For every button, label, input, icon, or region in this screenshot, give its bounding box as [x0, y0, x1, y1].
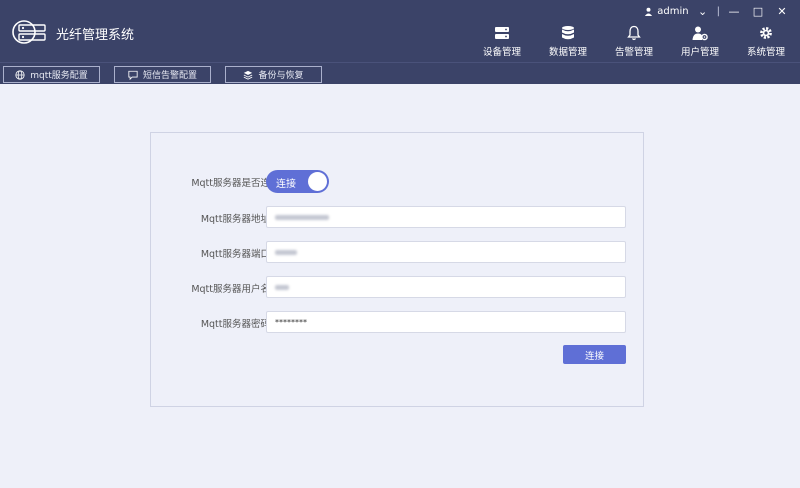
user-bar: admin ⌄ | — □ ✕: [644, 4, 792, 18]
nav-alarm-management[interactable]: 告警管理: [604, 24, 664, 58]
username-label: Mqtt服务器用户名: [191, 284, 270, 295]
nav-label: 告警管理: [614, 47, 653, 58]
nav-label: 用户管理: [680, 47, 719, 58]
top-header: 光纤管理系统 admin ⌄ | — □ ✕ 设备管理 数据管理 告警管理 用户…: [0, 0, 800, 62]
nav-data-management[interactable]: 数据管理: [538, 24, 598, 58]
tab-label: mqtt服务配置: [30, 71, 88, 81]
connect-toggle[interactable]: 连接: [266, 170, 329, 193]
username-field[interactable]: [266, 276, 626, 298]
redacted-value: [275, 249, 297, 255]
sub-tab-bar: mqtt服务配置 短信告警配置 备份与恢复: [0, 62, 800, 84]
maximize-button[interactable]: □: [748, 5, 768, 18]
tab-backup-restore[interactable]: 备份与恢复: [225, 66, 322, 83]
minimize-button[interactable]: —: [724, 5, 744, 18]
password-field[interactable]: ********: [266, 311, 626, 333]
nav-user-management[interactable]: 用户管理: [670, 24, 730, 58]
server-icon: [493, 24, 511, 42]
nav-label: 系统管理: [746, 47, 785, 58]
nav-system-management[interactable]: 系统管理: [736, 24, 796, 58]
address-label: Mqtt服务器地址: [200, 214, 270, 225]
address-field[interactable]: [266, 206, 626, 228]
user-menu-chevron-down-icon[interactable]: ⌄: [693, 5, 713, 18]
password-value: ********: [275, 317, 307, 327]
layers-icon: [244, 70, 253, 80]
tab-sms-alarm-config[interactable]: 短信告警配置: [114, 66, 211, 83]
toggle-knob: [308, 172, 327, 191]
redacted-value: [275, 284, 289, 290]
password-label: Mqtt服务器密码: [200, 319, 270, 330]
bell-icon: [625, 24, 643, 42]
window-separator: |: [716, 5, 720, 17]
redacted-value: [275, 214, 329, 220]
connected-label: Mqtt服务器是否连: [191, 178, 270, 189]
connect-button[interactable]: 连接: [563, 345, 626, 364]
nav-label: 数据管理: [548, 47, 587, 58]
logo-icon: [12, 20, 46, 44]
close-button[interactable]: ✕: [772, 5, 792, 18]
tab-mqtt-config[interactable]: mqtt服务配置: [3, 66, 100, 83]
user-icon: [645, 7, 653, 16]
globe-icon: [15, 69, 25, 80]
app-title: 光纤管理系统: [56, 28, 135, 43]
port-field[interactable]: [266, 241, 626, 263]
message-icon: [128, 70, 138, 80]
toggle-label: 连接: [276, 179, 296, 190]
mqtt-config-panel: [150, 132, 644, 407]
nav-device-management[interactable]: 设备管理: [472, 24, 532, 58]
tab-label: 备份与恢复: [258, 71, 304, 81]
nav-label: 设备管理: [482, 47, 521, 58]
tab-label: 短信告警配置: [142, 71, 197, 81]
user-settings-icon: [691, 24, 709, 42]
username: admin: [657, 5, 689, 17]
port-label: Mqtt服务器端口: [200, 249, 270, 260]
gear-icon: [757, 24, 775, 42]
database-icon: [559, 24, 577, 42]
